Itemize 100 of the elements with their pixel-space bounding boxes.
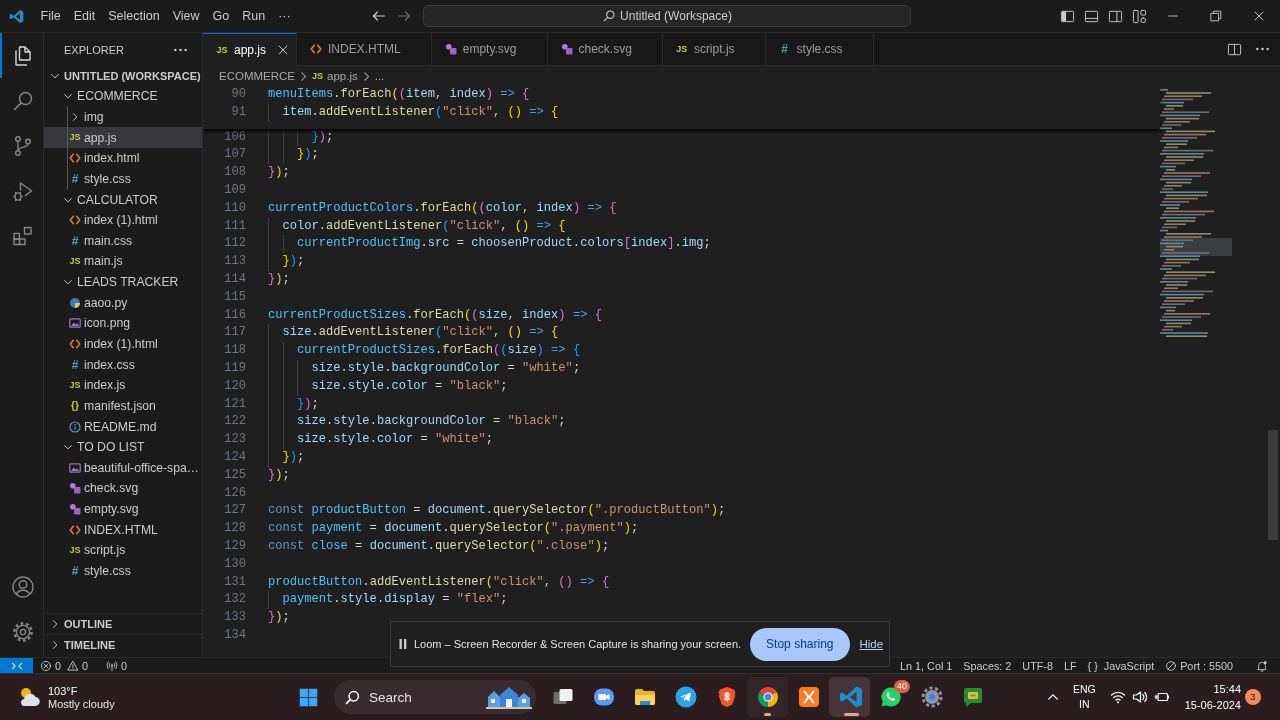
settings-icon [919, 685, 944, 709]
hide-link[interactable]: Hide [859, 638, 884, 650]
tree-item[interactable]: TO DO LIST [44, 436, 202, 458]
command-center[interactable]: Untitled (Workspace) [423, 5, 911, 27]
tree-item[interactable]: LEADS TRACKER [44, 271, 202, 293]
taskbar-button[interactable]: 40 [870, 677, 911, 717]
breadcrumb-item[interactable]: ... [374, 70, 385, 82]
scrollbar-thumb[interactable] [1268, 430, 1278, 540]
minimap[interactable] [1160, 88, 1232, 340]
line-number: 114 [224, 270, 246, 288]
menu-item[interactable]: Go [206, 7, 236, 25]
tree-item[interactable]: aaoo.py [44, 292, 202, 314]
more-icon[interactable] [173, 46, 188, 53]
menu-item[interactable]: Edit [67, 7, 102, 25]
tree-item[interactable]: JS index.js [44, 374, 202, 396]
tree-item[interactable]: INDEX.HTML [44, 519, 202, 541]
code-line: color.addEventListener("click", () => { [282, 217, 566, 235]
tree-item[interactable]: # style.css [44, 560, 202, 582]
tree-item[interactable]: JS app.js [44, 127, 202, 148]
remote-button[interactable] [0, 658, 33, 673]
left-arrow-icon[interactable] [371, 8, 387, 24]
editor-tab[interactable]: JS app.js [203, 33, 298, 66]
port-status[interactable]: Port : 5500 [1180, 659, 1233, 672]
search-box[interactable]: Search [334, 680, 536, 714]
more-icon[interactable] [1255, 46, 1270, 52]
notification-badge: 40 [894, 680, 910, 693]
file-type-icon: # [71, 358, 79, 371]
wifi-icon[interactable] [1109, 689, 1126, 705]
menu-item[interactable]: File [34, 7, 68, 25]
tree-item[interactable]: empty.svg [44, 498, 202, 520]
tree-item[interactable]: JS main.js [44, 251, 202, 272]
tree-item[interactable]: README.md [44, 416, 202, 437]
status-item[interactable]: LF [1063, 659, 1077, 672]
bell-icon[interactable] [1256, 659, 1268, 672]
shapes-icon [69, 503, 81, 516]
file-type-icon: JS [69, 256, 81, 266]
tree-item[interactable]: index (1).html [44, 209, 202, 231]
breadcrumb-item[interactable]: ECOMMERCE [219, 70, 296, 82]
code-line: currentProductColors.forEach((color, index) => { [268, 199, 617, 217]
split-editor-icon[interactable] [1227, 41, 1242, 57]
slashed-circle-icon[interactable] [1165, 659, 1178, 672]
tree-item[interactable]: {} manifest.json [44, 395, 202, 417]
section-header[interactable]: OUTLINE [44, 614, 202, 634]
four-squares-icon[interactable] [297, 686, 319, 708]
language-status[interactable]: { } JavaScript [1087, 659, 1155, 672]
menu-item[interactable]: ··· [271, 7, 298, 25]
settings-icon[interactable] [10, 619, 35, 644]
layout-grid-icon[interactable] [1131, 8, 1147, 24]
stop-sharing-button[interactable]: Stop sharing [750, 627, 850, 661]
line-number: 123 [224, 431, 246, 449]
layout-bottom-icon[interactable] [1083, 8, 1099, 24]
tree-item[interactable]: check.svg [44, 478, 202, 499]
error-count[interactable]: 0 [55, 659, 61, 672]
notification-badge[interactable]: 3 [1245, 689, 1261, 705]
layout-right-icon[interactable] [1107, 8, 1123, 24]
warning-count[interactable]: 0 [82, 659, 89, 672]
tree-item[interactable]: beautiful-office-spa… [44, 457, 202, 479]
account-icon[interactable] [10, 574, 35, 599]
status-item[interactable]: Spaces: 2 [963, 659, 1012, 672]
line-number: 108 [224, 164, 246, 182]
tree-item[interactable]: ECOMMERCE [44, 86, 202, 107]
taskbar-button[interactable] [747, 677, 788, 717]
shapes-icon [69, 482, 81, 495]
breadcrumb-item[interactable]: JS app.js [312, 70, 358, 82]
file-type-icon: JS [69, 545, 81, 555]
line-number: 111 [224, 217, 246, 235]
input-language[interactable]: ENG IN [1072, 682, 1096, 712]
menu-item[interactable]: Selection [101, 7, 167, 25]
antenna-icon[interactable] [106, 659, 119, 672]
tree-item[interactable]: # style.css [44, 168, 202, 190]
section-header[interactable]: UNTITLED (WORKSPACE) [44, 66, 202, 86]
temperature[interactable]: 103°F [48, 684, 115, 697]
pause-icon[interactable] [399, 638, 407, 650]
clock[interactable]: 15:44 15-06-2024 [1184, 681, 1241, 713]
ports-count[interactable]: 0 [121, 659, 128, 672]
tree-item[interactable]: index (1).html [44, 333, 202, 355]
warning-icon[interactable] [67, 659, 79, 672]
error-icon[interactable] [40, 659, 52, 672]
tree-item[interactable]: icon.png [44, 313, 202, 334]
line-number: 121 [224, 395, 246, 413]
code-line: const payment = document.querySelector(".payment"); [268, 520, 639, 538]
tree-item[interactable]: index.html [44, 147, 202, 169]
restore-icon[interactable] [1208, 9, 1223, 23]
tree-item[interactable]: # main.css [44, 230, 202, 252]
status-item[interactable]: UTF-8 [1022, 659, 1053, 672]
speaker-icon[interactable] [1131, 689, 1148, 705]
section-header[interactable]: TIMELINE [44, 635, 202, 655]
tree-item[interactable]: # index.css [44, 354, 202, 375]
tree-item[interactable]: img [44, 106, 202, 128]
tree-item[interactable]: JS script.js [44, 540, 202, 561]
layout-left-icon[interactable] [1059, 8, 1075, 24]
status-item[interactable]: Ln 1, Col 1 [900, 659, 953, 672]
right-arrow-icon[interactable] [396, 8, 412, 24]
menu-item[interactable]: View [166, 7, 206, 25]
menu-item[interactable]: Run [235, 7, 272, 25]
search-input[interactable]: Search [369, 689, 486, 705]
taskbar-button[interactable] [829, 677, 870, 717]
tree-item[interactable]: CALCULATOR [44, 189, 202, 210]
weather-condition[interactable]: Mostly cloudy [48, 697, 115, 710]
line-number: 124 [224, 448, 246, 466]
